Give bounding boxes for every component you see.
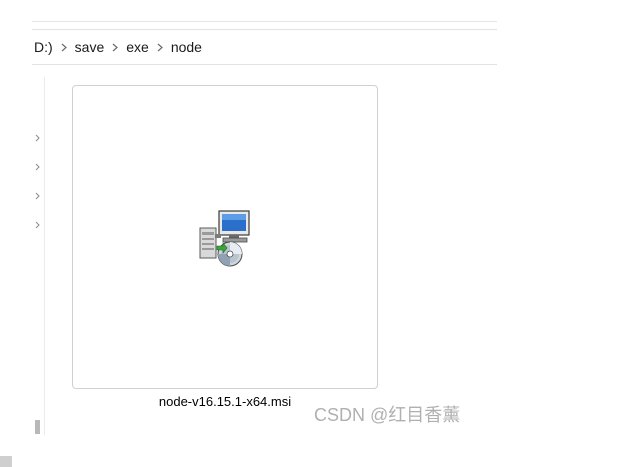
breadcrumb-exe[interactable]: exe [124, 39, 151, 55]
breadcrumb-save[interactable]: save [73, 39, 107, 55]
tree-expander-icon[interactable] [35, 158, 41, 171]
watermark-text: CSDN @红目香薰 [314, 405, 461, 425]
breadcrumb-node[interactable]: node [169, 39, 204, 55]
address-bar[interactable]: D:) save exe node [32, 29, 497, 65]
file-item-selected[interactable] [72, 85, 378, 389]
navigation-pane [32, 77, 45, 435]
chevron-right-icon[interactable] [106, 43, 124, 52]
tree-expander-icon[interactable] [35, 129, 41, 142]
chevron-right-icon[interactable] [55, 43, 73, 52]
chevron-right-icon[interactable] [151, 43, 169, 52]
nav-scrollbar-thumb[interactable] [35, 420, 40, 434]
breadcrumb-drive[interactable]: D:) [32, 39, 55, 55]
screenshot-stage: D:) save exe node node-v16.15.1-x64.msi … [0, 0, 626, 467]
tree-expander-icon[interactable] [35, 216, 41, 229]
window-corner [0, 456, 12, 467]
msi-installer-icon[interactable] [197, 208, 257, 268]
tree-expander-icon[interactable] [35, 187, 41, 200]
ribbon-divider [32, 21, 497, 22]
